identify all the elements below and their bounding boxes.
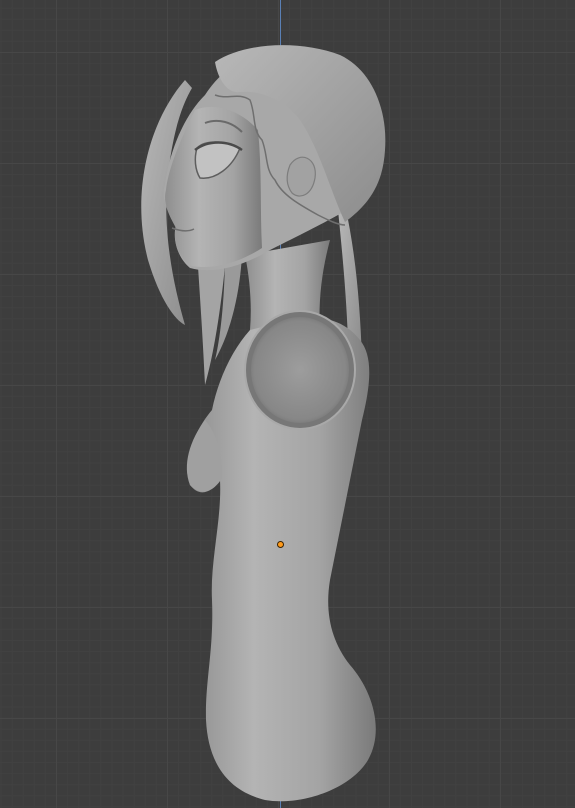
object-origin-dot[interactable] [277, 541, 284, 548]
sculpt-mesh[interactable] [0, 0, 575, 808]
shoulder-socket [245, 311, 355, 429]
face [165, 106, 262, 268]
3d-viewport[interactable] [0, 0, 575, 808]
